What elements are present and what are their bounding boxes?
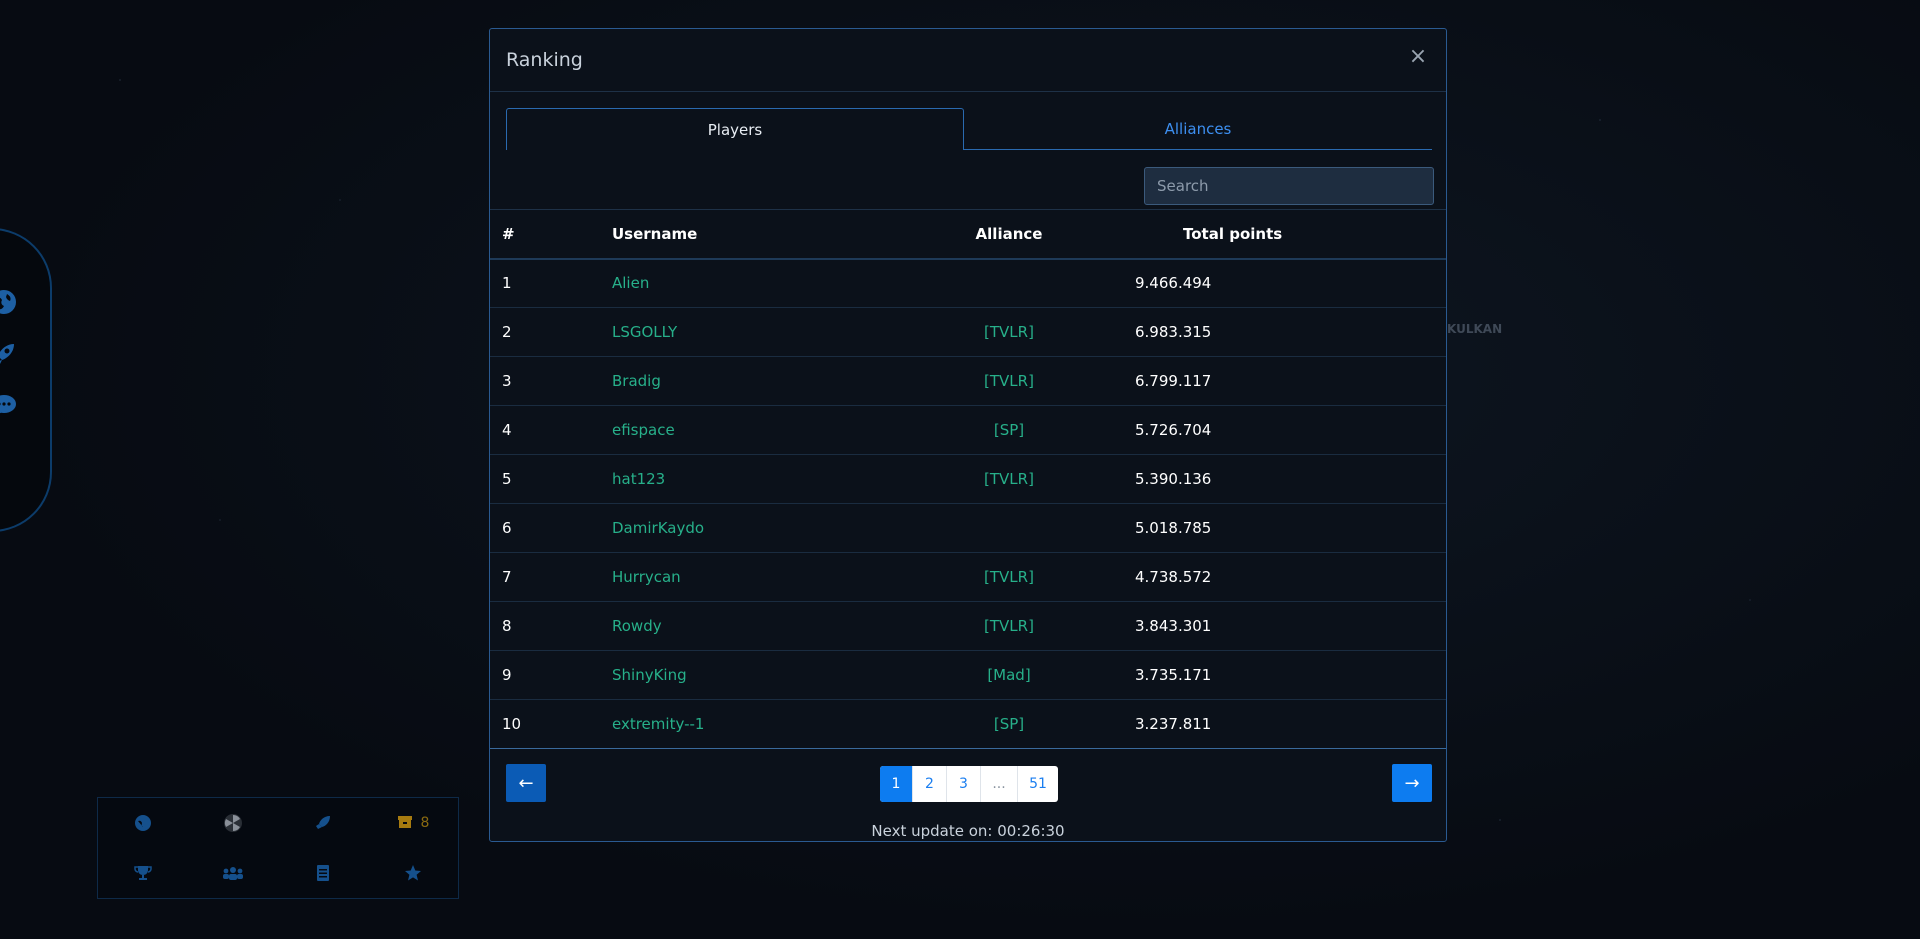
- rank-cell: 4: [502, 421, 512, 439]
- table-row: 4 efispace [SP] 5.726.704: [490, 406, 1446, 455]
- search-input[interactable]: [1144, 167, 1434, 205]
- next-page-button[interactable]: →: [1392, 764, 1432, 802]
- rank-cell: 9: [502, 666, 512, 684]
- points-cell: 5.726.704: [1135, 421, 1212, 439]
- previous-page-button[interactable]: ←: [506, 764, 546, 802]
- radiation-icon[interactable]: [188, 798, 278, 848]
- column-header-username: Username: [612, 224, 698, 243]
- quick-action-bar: 8: [97, 797, 459, 899]
- crate-icon: [397, 813, 413, 834]
- tab-alliances[interactable]: Alliances: [964, 108, 1432, 150]
- ranking-modal: Ranking × Players Alliances # Username A…: [489, 28, 1447, 842]
- rank-cell: 8: [502, 617, 512, 635]
- table-row: 8 Rowdy [TVLR] 3.843.301: [490, 602, 1446, 651]
- page-button-last[interactable]: 51: [1018, 766, 1058, 802]
- username-link[interactable]: Hurrycan: [612, 568, 681, 586]
- table-row: 2 LSGOLLY [TVLR] 6.983.315: [490, 308, 1446, 357]
- alliance-link[interactable]: [TVLR]: [984, 617, 1034, 635]
- points-cell: 6.799.117: [1135, 372, 1212, 390]
- alliance-link[interactable]: [Mad]: [987, 666, 1030, 684]
- rank-cell: 10: [502, 715, 522, 733]
- pagination: 1 2 3 ... 51: [880, 766, 1058, 802]
- globe-icon[interactable]: [0, 288, 18, 316]
- alliance-link[interactable]: [SP]: [994, 421, 1024, 439]
- users-icon[interactable]: [188, 848, 278, 898]
- next-update-text: Next update on: 00:26:30: [871, 822, 1065, 840]
- table-row: 5 hat123 [TVLR] 5.390.136: [490, 455, 1446, 504]
- alliance-link[interactable]: [TVLR]: [984, 470, 1034, 488]
- rank-cell: 2: [502, 323, 512, 341]
- username-link[interactable]: efispace: [612, 421, 675, 439]
- chat-icon[interactable]: [0, 392, 18, 420]
- column-header-alliance: Alliance: [975, 224, 1043, 243]
- rank-cell: 3: [502, 372, 512, 390]
- points-cell: 4.738.572: [1135, 568, 1212, 586]
- crate-button[interactable]: 8: [368, 798, 458, 848]
- username-link[interactable]: Bradig: [612, 372, 661, 390]
- arrow-left-icon: ←: [518, 772, 534, 794]
- tab-players[interactable]: Players: [506, 108, 964, 150]
- trophy-icon[interactable]: [98, 848, 188, 898]
- points-cell: 3.843.301: [1135, 617, 1212, 635]
- alliance-link[interactable]: [SP]: [994, 715, 1024, 733]
- username-link[interactable]: hat123: [612, 470, 665, 488]
- username-link[interactable]: ShinyKing: [612, 666, 687, 684]
- table-row: 9 ShinyKing [Mad] 3.735.171: [490, 651, 1446, 700]
- points-cell: 3.237.811: [1135, 715, 1212, 733]
- table-row: 6 DamirKaydo 5.018.785: [490, 504, 1446, 553]
- rank-cell: 7: [502, 568, 512, 586]
- alliance-link[interactable]: [TVLR]: [984, 372, 1034, 390]
- points-cell: 3.735.171: [1135, 666, 1212, 684]
- table-row: 1 Alien 9.466.494: [490, 259, 1446, 308]
- points-cell: 5.018.785: [1135, 519, 1212, 537]
- table-header-row: # Username Alliance Total points: [490, 209, 1446, 259]
- username-link[interactable]: Alien: [612, 274, 649, 292]
- alliance-link[interactable]: [TVLR]: [984, 568, 1034, 586]
- page-button-1[interactable]: 1: [880, 766, 913, 802]
- username-link[interactable]: Rowdy: [612, 617, 662, 635]
- points-cell: 5.390.136: [1135, 470, 1212, 488]
- points-cell: 9.466.494: [1135, 274, 1212, 293]
- ranking-table: # Username Alliance Total points 1 Alien…: [490, 209, 1446, 749]
- rocket-icon[interactable]: [0, 340, 18, 368]
- ranking-tabs: Players Alliances: [506, 108, 1432, 150]
- rank-cell: 6: [502, 519, 512, 537]
- globe-icon[interactable]: [98, 798, 188, 848]
- modal-title: Ranking: [506, 49, 583, 71]
- side-panel: [0, 228, 52, 532]
- column-header-rank: #: [502, 224, 515, 243]
- page-ellipsis: ...: [981, 766, 1018, 802]
- rank-cell: 5: [502, 470, 512, 488]
- page-button-2[interactable]: 2: [913, 766, 947, 802]
- table-row: 3 Bradig [TVLR] 6.799.117: [490, 357, 1446, 406]
- column-header-points: Total points: [1183, 224, 1283, 243]
- username-link[interactable]: DamirKaydo: [612, 519, 704, 537]
- crate-count: 8: [420, 815, 430, 831]
- rank-cell: 1: [502, 274, 512, 293]
- map-label: KULKAN: [1447, 322, 1503, 336]
- close-button[interactable]: ×: [1406, 45, 1430, 69]
- table-row: 7 Hurrycan [TVLR] 4.738.572: [490, 553, 1446, 602]
- document-icon[interactable]: [278, 848, 368, 898]
- points-cell: 6.983.315: [1135, 323, 1212, 341]
- table-row: 10 extremity--1 [SP] 3.237.811: [490, 700, 1446, 749]
- modal-header: Ranking ×: [490, 29, 1446, 92]
- page-button-3[interactable]: 3: [947, 766, 981, 802]
- star-icon[interactable]: [368, 848, 458, 898]
- username-link[interactable]: extremity--1: [612, 715, 704, 733]
- arrow-right-icon: →: [1404, 772, 1420, 794]
- rocket-icon[interactable]: [278, 798, 368, 848]
- username-link[interactable]: LSGOLLY: [612, 323, 677, 341]
- alliance-link[interactable]: [TVLR]: [984, 323, 1034, 341]
